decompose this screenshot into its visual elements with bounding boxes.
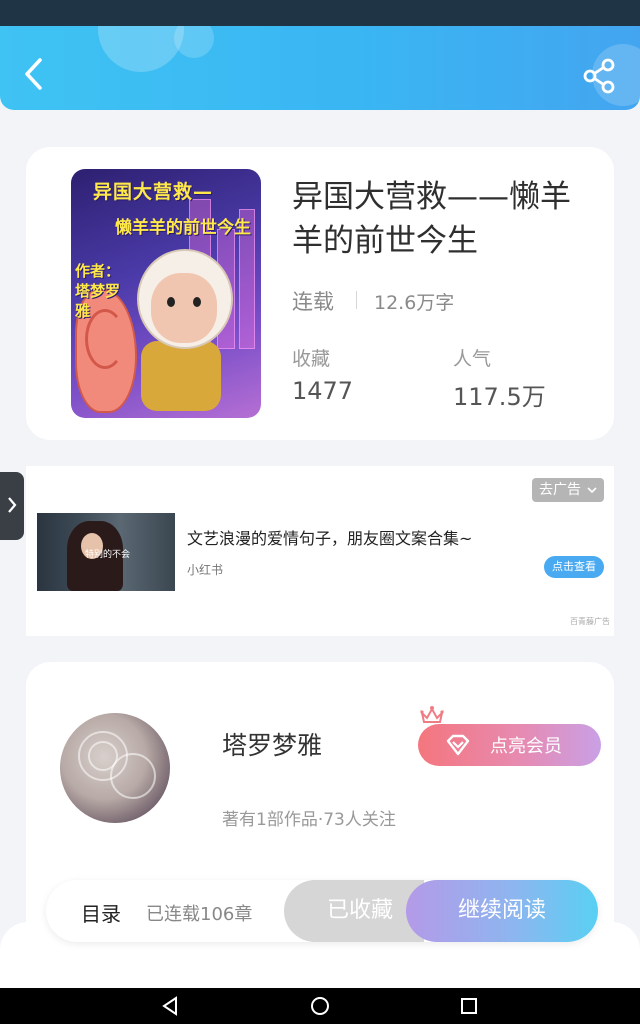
word-count: 12.6万字: [374, 292, 455, 314]
collected-button[interactable]: 已收藏: [284, 880, 424, 942]
ad-thumbnail-caption: 特别的不会: [85, 550, 131, 560]
popularity-label: 人气: [453, 348, 492, 370]
ad-banner[interactable]: 去广告 特别的不会 文艺浪漫的爱情句子，朋友圈文案合集~ 小红书 点击查看 百青…: [26, 466, 614, 636]
ad-source: 小红书: [187, 563, 224, 577]
author-name: 塔罗梦雅: [222, 731, 323, 760]
book-status: 连载: [292, 290, 334, 314]
cover-sheep-eye: [193, 297, 201, 307]
bottom-action-bar: 目录 已连载106章 已收藏 继续阅读: [46, 880, 598, 942]
remove-ad-label: 去广告: [539, 482, 581, 498]
circle-home-icon[interactable]: [308, 994, 332, 1018]
meta-divider: [356, 291, 357, 309]
remove-ad-button[interactable]: 去广告: [532, 478, 604, 502]
status-bar: [0, 0, 640, 26]
side-drawer-tab[interactable]: [0, 472, 24, 540]
header-bubble: [98, 26, 184, 72]
toc-button[interactable]: 目录: [81, 898, 121, 927]
collect-count: 1477: [292, 377, 354, 405]
member-button-label: 点亮会员: [490, 736, 562, 757]
cover-author-text: 作者：塔梦罗雅: [75, 262, 121, 320]
diamond-icon: [446, 734, 470, 756]
crown-icon: [420, 706, 444, 723]
ad-provider-label: 百青藤广告: [570, 617, 610, 626]
collect-label: 收藏: [292, 348, 331, 370]
author-avatar[interactable]: [60, 713, 170, 823]
cover-subtitle-text: 懒羊羊的前世今生: [115, 218, 251, 238]
book-title: 异国大营救——懒羊羊的前世今生: [292, 179, 571, 259]
cover-title-text: 异国大营救—: [93, 181, 214, 203]
popularity-count: 117.5万: [453, 383, 546, 411]
avatar-pattern: [88, 741, 118, 771]
cover-sheep-body: [141, 341, 221, 411]
header-bar: [0, 26, 640, 110]
ad-cta-button[interactable]: 点击查看: [544, 556, 604, 578]
share-icon: [583, 58, 615, 94]
ad-thumbnail[interactable]: 特别的不会: [37, 513, 175, 591]
header-bubble: [174, 26, 214, 58]
chevron-down-icon: [587, 487, 598, 494]
member-button[interactable]: 点亮会员: [418, 724, 601, 766]
author-stats: 著有1部作品·73人关注: [222, 810, 396, 830]
chapter-count[interactable]: 已连载106章: [146, 900, 252, 926]
back-button[interactable]: [16, 54, 52, 94]
continue-reading-button[interactable]: 继续阅读: [406, 880, 598, 942]
back-arrow-icon: [25, 58, 42, 90]
chevron-right-icon: [8, 497, 17, 513]
cover-sheep-eye: [167, 297, 175, 307]
share-button[interactable]: [580, 56, 620, 96]
cover-sheep-face: [151, 273, 217, 343]
system-nav-bar: [0, 988, 640, 1024]
triangle-back-icon[interactable]: [158, 994, 182, 1018]
book-cover[interactable]: 异国大营救— 懒羊羊的前世今生 作者：塔梦罗雅: [71, 169, 261, 418]
book-info-card: 异国大营救— 懒羊羊的前世今生 作者：塔梦罗雅 异国大营救——懒羊羊的前世今生 …: [26, 147, 614, 440]
square-recent-icon[interactable]: [457, 994, 481, 1018]
ad-title[interactable]: 文艺浪漫的爱情句子，朋友圈文案合集~: [187, 525, 472, 549]
